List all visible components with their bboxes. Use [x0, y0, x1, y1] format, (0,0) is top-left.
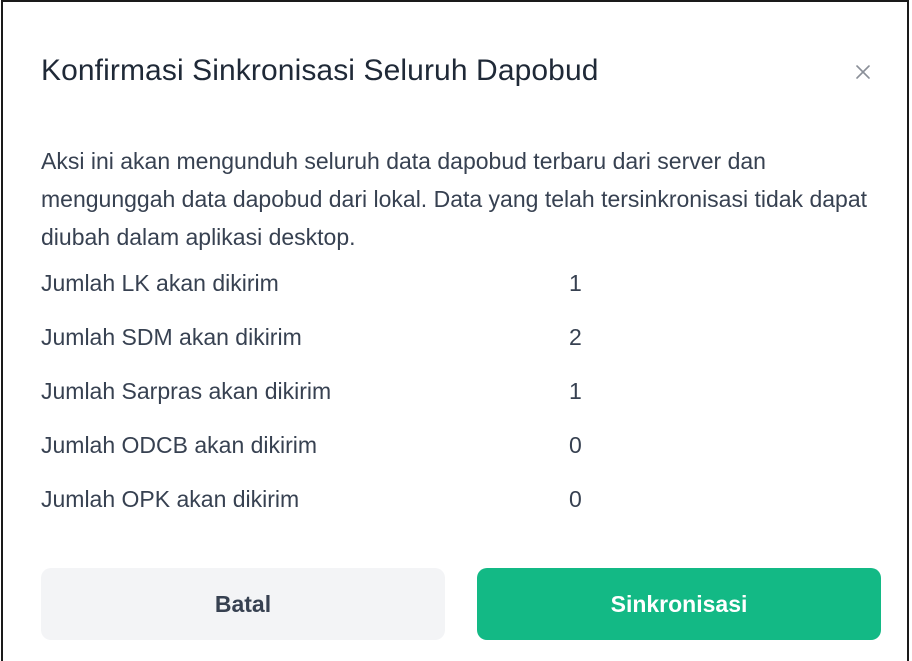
- dialog-header: Konfirmasi Sinkronisasi Seluruh Dapobud: [41, 54, 877, 104]
- dialog-title: Konfirmasi Sinkronisasi Seluruh Dapobud: [41, 54, 599, 87]
- stat-value: 2: [569, 324, 582, 350]
- stat-value: 1: [569, 378, 582, 404]
- cancel-button[interactable]: Batal: [41, 568, 445, 640]
- stats-list: Jumlah LK akan dikirim 1 Jumlah SDM akan…: [41, 264, 741, 534]
- stat-row-sarpras: Jumlah Sarpras akan dikirim 1: [41, 372, 741, 426]
- stat-label: Jumlah SDM akan dikirim: [41, 324, 302, 350]
- stat-label: Jumlah Sarpras akan dikirim: [41, 378, 332, 404]
- stat-label: Jumlah OPK akan dikirim: [41, 486, 300, 512]
- close-icon: [856, 65, 870, 79]
- sync-button[interactable]: Sinkronisasi: [477, 568, 881, 640]
- stat-label: Jumlah ODCB akan dikirim: [41, 432, 318, 458]
- stat-row-sdm: Jumlah SDM akan dikirim 2: [41, 318, 741, 372]
- close-button[interactable]: [849, 58, 877, 86]
- dialog-description: Aksi ini akan mengunduh seluruh data dap…: [41, 148, 868, 250]
- stat-label: Jumlah LK akan dikirim: [41, 270, 279, 296]
- sync-confirmation-dialog: Konfirmasi Sinkronisasi Seluruh Dapobud …: [1, 0, 909, 661]
- stat-value: 0: [569, 432, 582, 458]
- stat-row-opk: Jumlah OPK akan dikirim 0: [41, 480, 741, 534]
- dialog-actions: Batal Sinkronisasi: [41, 568, 881, 640]
- stat-value: 1: [569, 270, 582, 296]
- stat-row-lk: Jumlah LK akan dikirim 1: [41, 264, 741, 318]
- stat-row-odcb: Jumlah ODCB akan dikirim 0: [41, 426, 741, 480]
- stat-value: 0: [569, 486, 582, 512]
